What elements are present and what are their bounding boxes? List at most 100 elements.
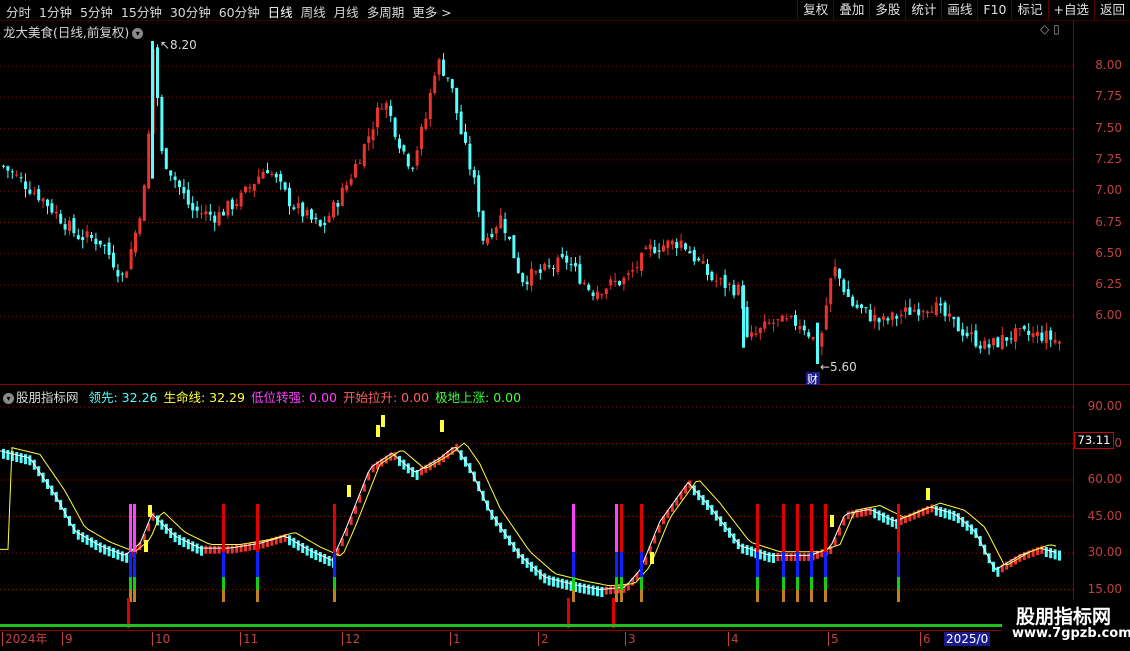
indicator-bar xyxy=(226,545,230,554)
candle-body xyxy=(895,316,899,319)
candle-body xyxy=(917,309,921,316)
candle-body xyxy=(811,337,815,340)
candle-body xyxy=(103,244,107,246)
candle-body xyxy=(521,273,525,283)
signal-bar xyxy=(615,504,618,552)
candle-body xyxy=(767,322,771,324)
candle-body xyxy=(367,136,371,143)
axis-separator xyxy=(1073,20,1074,630)
signal-bar xyxy=(640,552,643,577)
time-axis-tick: 11 xyxy=(240,632,258,646)
signal-bar xyxy=(612,598,615,628)
indicator-bar xyxy=(112,547,115,558)
indicator-bar xyxy=(560,578,564,589)
candle-body xyxy=(411,167,415,169)
indicator-bar xyxy=(24,454,27,465)
signal-bar xyxy=(222,552,225,577)
indicator-bar xyxy=(195,543,199,554)
candle-body xyxy=(939,303,943,306)
signal-bar xyxy=(256,552,259,577)
indicator-bar xyxy=(244,543,247,552)
candle-body xyxy=(142,185,146,222)
candle-body xyxy=(244,186,247,193)
indicator-bar xyxy=(107,546,111,557)
candle-body xyxy=(1018,327,1022,329)
candle-body xyxy=(978,345,982,349)
indicator-bar xyxy=(98,542,102,553)
candle-body xyxy=(882,316,885,320)
signal-bar xyxy=(620,552,623,577)
candle-body xyxy=(107,242,111,255)
candle-body xyxy=(855,304,859,308)
candle-body xyxy=(156,47,159,99)
candle-body xyxy=(481,210,485,241)
candle-body xyxy=(477,175,481,212)
indicator-bar xyxy=(288,535,291,546)
price-axis-label: 8.00 xyxy=(1095,58,1122,72)
signal-bar xyxy=(782,590,785,602)
toolbar-button-8[interactable]: 返回 xyxy=(1093,0,1130,20)
indicator-bar xyxy=(76,529,80,540)
candle-body xyxy=(710,271,714,281)
signal-bar xyxy=(129,577,132,590)
candle-body xyxy=(1031,333,1035,337)
candle-body xyxy=(164,148,168,170)
candle-body xyxy=(926,311,929,314)
candle-body xyxy=(19,177,23,179)
chart-canvas[interactable]: ↖8.20 ←5.60财 xyxy=(0,0,1073,630)
indicator-bar xyxy=(578,582,582,593)
indicator-bar xyxy=(543,573,547,584)
candle-body xyxy=(116,269,120,277)
indicator-bar xyxy=(94,539,98,550)
indicator-bar xyxy=(934,505,938,516)
signal-bar xyxy=(572,552,575,577)
signal-bar xyxy=(256,590,259,602)
candle-body xyxy=(670,240,674,245)
candle-body xyxy=(829,278,833,305)
candle-body xyxy=(28,189,32,194)
candle-body xyxy=(890,312,894,320)
candle-body xyxy=(899,314,903,317)
candle-body xyxy=(873,314,877,322)
candle-body xyxy=(987,344,991,348)
candle-body xyxy=(635,267,639,269)
candle-body xyxy=(512,235,516,259)
candle-body xyxy=(860,304,863,308)
signal-bar xyxy=(824,577,827,590)
candle-body xyxy=(912,309,916,312)
indicator-bar xyxy=(952,510,956,521)
signal-bar xyxy=(333,504,336,552)
candle-body xyxy=(314,217,318,220)
time-axis-tick: 2024年 xyxy=(2,632,48,646)
candle-body xyxy=(257,176,261,184)
candle-body xyxy=(842,279,846,293)
candle-body xyxy=(499,215,503,229)
signal-bar xyxy=(222,590,225,602)
candle-body xyxy=(1022,326,1026,330)
candle-body xyxy=(750,332,753,337)
candle-body xyxy=(1049,330,1053,340)
indicator-bar xyxy=(296,540,300,551)
signal-bar xyxy=(810,504,813,552)
candle-body xyxy=(719,278,723,280)
indicator-bar xyxy=(868,507,872,516)
indicator-bar xyxy=(178,534,181,545)
low-price-label: ←5.60 xyxy=(820,360,857,374)
candle-body xyxy=(195,206,199,211)
candle-body xyxy=(675,242,679,248)
candle-body xyxy=(125,271,129,278)
indicator-bar xyxy=(314,550,318,561)
candle-body xyxy=(59,213,63,224)
candle-body xyxy=(908,307,912,315)
yellow-marker xyxy=(144,540,148,552)
time-axis-tick: 10 xyxy=(152,632,170,646)
candle-body xyxy=(402,145,406,152)
indicator-bar xyxy=(886,514,890,525)
signal-bar xyxy=(572,590,575,602)
candle-body xyxy=(494,227,498,234)
watermark-title: 股朋指标网 xyxy=(1016,606,1112,628)
candle-body xyxy=(525,281,529,285)
candle-body xyxy=(32,192,36,194)
candle-body xyxy=(1040,332,1044,341)
candle-body xyxy=(37,189,41,201)
